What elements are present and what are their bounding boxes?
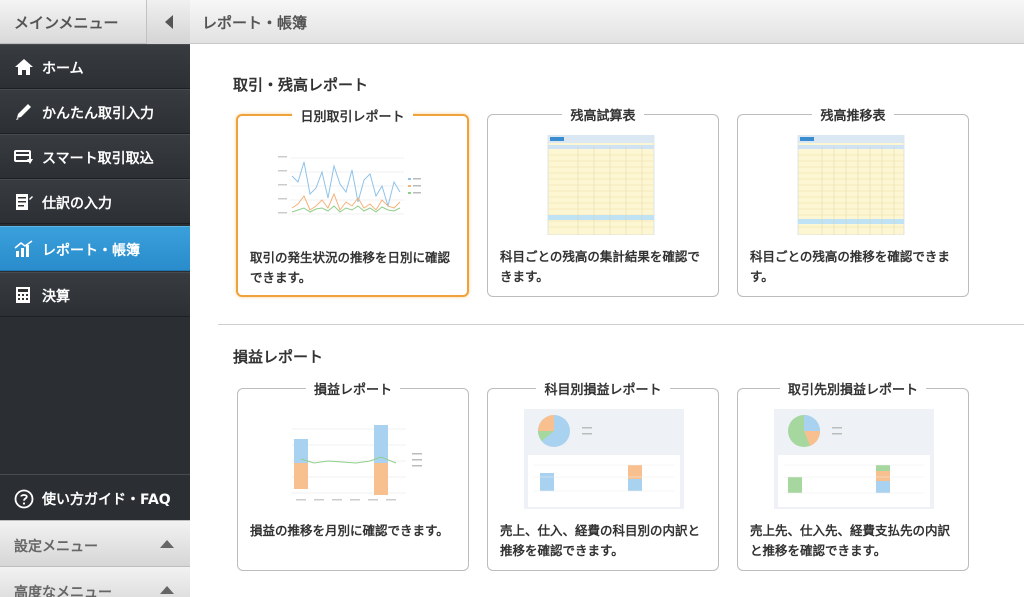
profit-loss-bar-chart-thumbnail — [292, 425, 422, 501]
card-partner-profit-loss[interactable]: 取引先別損益レポート 売上先、仕入先、経費支払先の内訳と推移を確認できます。 — [737, 383, 969, 571]
card-import-icon — [14, 150, 33, 164]
card-account-profit-loss[interactable]: 科目別損益レポート 売上、仕入、経費の科目別の内訳と推移を確認できます。 — [487, 383, 719, 571]
chevron-left-icon — [165, 15, 173, 29]
sidebar-item-label: ホーム — [42, 61, 84, 77]
card-trial-balance[interactable]: 残高試算表 科目ごとの残高の集計結果を確認できます。 — [487, 109, 719, 297]
sidebar-item-label: スマート取引取込 — [42, 151, 154, 167]
account-pie-bar-thumbnail — [524, 409, 684, 509]
sidebar-item-closing[interactable]: 決算 — [0, 272, 190, 317]
section-title-transactions: 取引・残高レポート — [233, 76, 369, 94]
collapse-sidebar-button[interactable] — [146, 0, 190, 44]
sidebar-item-label: レポート・帳簿 — [42, 243, 140, 259]
section-divider — [218, 324, 1024, 325]
card-description: 売上、仕入、経費の科目別の内訳と推移を確認できます。 — [500, 523, 701, 558]
page-title: レポート・帳簿 — [202, 14, 308, 32]
sidebar-item-journal[interactable]: 仕訳の入力 — [0, 179, 190, 224]
partner-pie-bar-thumbnail — [774, 409, 934, 509]
card-title: 損益レポート — [305, 383, 400, 398]
settings-menu-toggle[interactable]: 設定メニュー — [0, 520, 190, 566]
advanced-menu-toggle[interactable]: 高度なメニュー — [0, 566, 190, 597]
advanced-menu-label: 高度なメニュー — [14, 585, 112, 597]
question-icon — [14, 489, 34, 509]
page-header: レポート・帳簿 — [190, 0, 1024, 44]
sidebar-header-title: メインメニュー — [14, 14, 119, 32]
card-balance-transition[interactable]: 残高推移表 科目ごとの残高の推移を確認できます。 — [737, 109, 969, 297]
pencil-icon — [16, 104, 31, 120]
sidebar-item-label: 決算 — [42, 289, 70, 305]
chevron-up-icon — [160, 586, 174, 594]
sidebar-item-smart-import[interactable]: スマート取引取込 — [0, 134, 190, 179]
card-profit-loss-report[interactable]: 損益レポート 損益の推移を月別に確認できます。 — [237, 383, 469, 571]
card-title: 残高推移表 — [812, 109, 894, 124]
card-description: 損益の推移を月別に確認できます。 — [250, 523, 449, 538]
report-chart-icon — [14, 240, 33, 257]
card-description: 科目ごとの残高の推移を確認できます。 — [750, 249, 950, 284]
card-daily-transaction-report[interactable]: 日別取引レポート 取引の発生状況の推移を日別に確認できます。 — [236, 110, 469, 297]
sidebar-item-label: かんたん取引入力 — [42, 106, 154, 122]
sidebar-item-easy-entry[interactable]: かんたん取引入力 — [0, 89, 190, 134]
trial-balance-table-thumbnail — [547, 135, 655, 235]
sidebar: メインメニュー ホーム かんたん取引入力 スマート取引取込 仕訳の入力 レポート… — [0, 0, 190, 597]
card-description: 売上先、仕入先、経費支払先の内訳と推移を確認できます。 — [750, 523, 951, 558]
card-description: 取引の発生状況の推移を日別に確認できます。 — [250, 250, 451, 285]
journal-icon — [16, 194, 33, 210]
card-title: 日別取引レポート — [292, 110, 413, 125]
sidebar-header: メインメニュー — [0, 0, 190, 44]
card-title: 取引先別損益レポート — [779, 383, 926, 398]
section-title-profit-loss: 損益レポート — [233, 348, 324, 366]
card-description: 科目ごとの残高の集計結果を確認できます。 — [500, 249, 700, 284]
chevron-up-icon — [160, 540, 174, 548]
card-title: 残高試算表 — [562, 109, 644, 124]
calculator-icon — [16, 287, 30, 303]
sidebar-item-reports[interactable]: レポート・帳簿 — [0, 226, 190, 271]
help-guide-faq-link[interactable]: 使い方ガイド・FAQ — [0, 474, 190, 520]
sidebar-item-label: 仕訳の入力 — [42, 196, 112, 212]
balance-transition-table-thumbnail — [797, 135, 905, 235]
card-title: 科目別損益レポート — [536, 383, 670, 398]
sidebar-item-home[interactable]: ホーム — [0, 44, 190, 89]
home-icon — [15, 59, 33, 75]
help-guide-label: 使い方ガイド・FAQ — [42, 492, 171, 508]
settings-menu-label: 設定メニュー — [14, 539, 98, 555]
daily-line-chart-thumbnail — [274, 136, 434, 236]
